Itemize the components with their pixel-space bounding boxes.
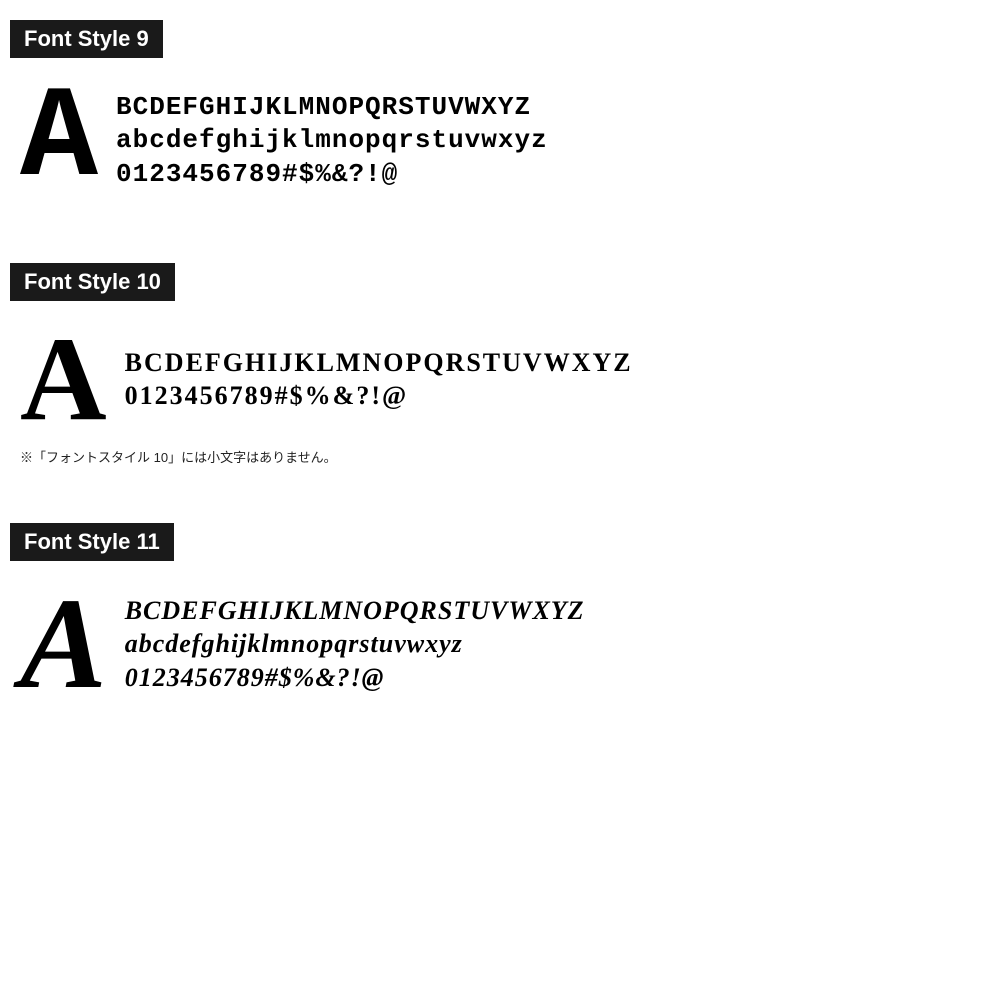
font-style-9-line-1: BCDEFGHIJKLMNOPQRSTUVWXYZ [116, 92, 548, 123]
font-style-9-line-3: 0123456789#$%&?!@ [116, 159, 548, 190]
divider-2 [10, 484, 990, 485]
font-style-11-big-letter: A [20, 579, 107, 709]
font-style-11-line-1: BCDEFGHIJKLMNOPQRSTUVWXYZ [125, 595, 585, 626]
font-style-11-line-2: abcdefghijklmnopqrstuvwxyz [125, 628, 585, 659]
font-style-9-section: Font Style 9 A BCDEFGHIJKLMNOPQRSTUVWXYZ… [10, 20, 990, 206]
font-style-10-line-1: BCDEFGHIJKLMNOPQRSTUVWXYZ [125, 347, 633, 378]
font-style-9-demo: A BCDEFGHIJKLMNOPQRSTUVWXYZ abcdefghijkl… [10, 76, 990, 206]
font-style-9-line-2: abcdefghijklmnopqrstuvwxyz [116, 125, 548, 156]
font-style-11-section: Font Style 11 A BCDEFGHIJKLMNOPQRSTUVWXY… [10, 523, 990, 709]
font-style-10-line-2: 0123456789#$%&?!@ [125, 380, 633, 411]
font-style-10-demo: A BCDEFGHIJKLMNOPQRSTUVWXYZ 0123456789#$… [10, 319, 990, 439]
font-style-11-char-lines: BCDEFGHIJKLMNOPQRSTUVWXYZ abcdefghijklmn… [125, 595, 585, 693]
font-style-10-char-lines: BCDEFGHIJKLMNOPQRSTUVWXYZ 0123456789#$%&… [125, 347, 633, 411]
divider-1 [10, 224, 990, 225]
font-style-10-big-letter: A [20, 319, 107, 439]
font-style-9-big-letter: A [20, 76, 98, 206]
font-style-11-demo: A BCDEFGHIJKLMNOPQRSTUVWXYZ abcdefghijkl… [10, 579, 990, 709]
font-style-9-header: Font Style 9 [10, 20, 163, 58]
font-style-9-char-lines: BCDEFGHIJKLMNOPQRSTUVWXYZ abcdefghijklmn… [116, 92, 548, 190]
font-style-11-line-3: 0123456789#$%&?!@ [125, 662, 585, 693]
page: Font Style 9 A BCDEFGHIJKLMNOPQRSTUVWXYZ… [0, 0, 1000, 1000]
font-style-10-header: Font Style 10 [10, 263, 175, 301]
font-style-11-header: Font Style 11 [10, 523, 174, 561]
font-style-10-section: Font Style 10 A BCDEFGHIJKLMNOPQRSTUVWXY… [10, 263, 990, 466]
font-style-10-note: ※「フォントスタイル 10」には小文字はありません。 [20, 447, 990, 466]
